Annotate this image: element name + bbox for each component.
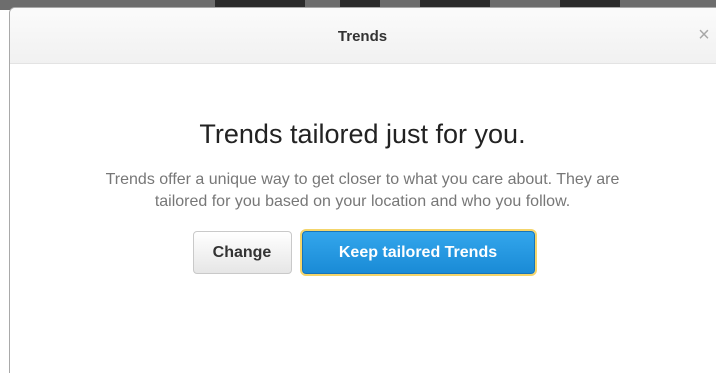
dialog-header: Trends ×	[10, 8, 716, 64]
dialog-actions: Change Keep tailored Trends	[10, 231, 715, 274]
trends-dialog: Trends × Trends tailored just for you. T…	[9, 7, 716, 373]
page: Trends × Trends tailored just for you. T…	[0, 0, 716, 373]
change-button[interactable]: Change	[192, 231, 292, 274]
trends-description: Trends offer a unique way to get closer …	[105, 171, 620, 210]
dialog-body: Trends tailored just for you. Trends off…	[10, 64, 715, 274]
keep-tailored-trends-button[interactable]: Keep tailored Trends	[301, 231, 535, 274]
dialog-title: Trends	[337, 28, 388, 45]
close-icon[interactable]: ×	[696, 25, 712, 45]
trends-heading: Trends tailored just for you.	[199, 119, 526, 149]
